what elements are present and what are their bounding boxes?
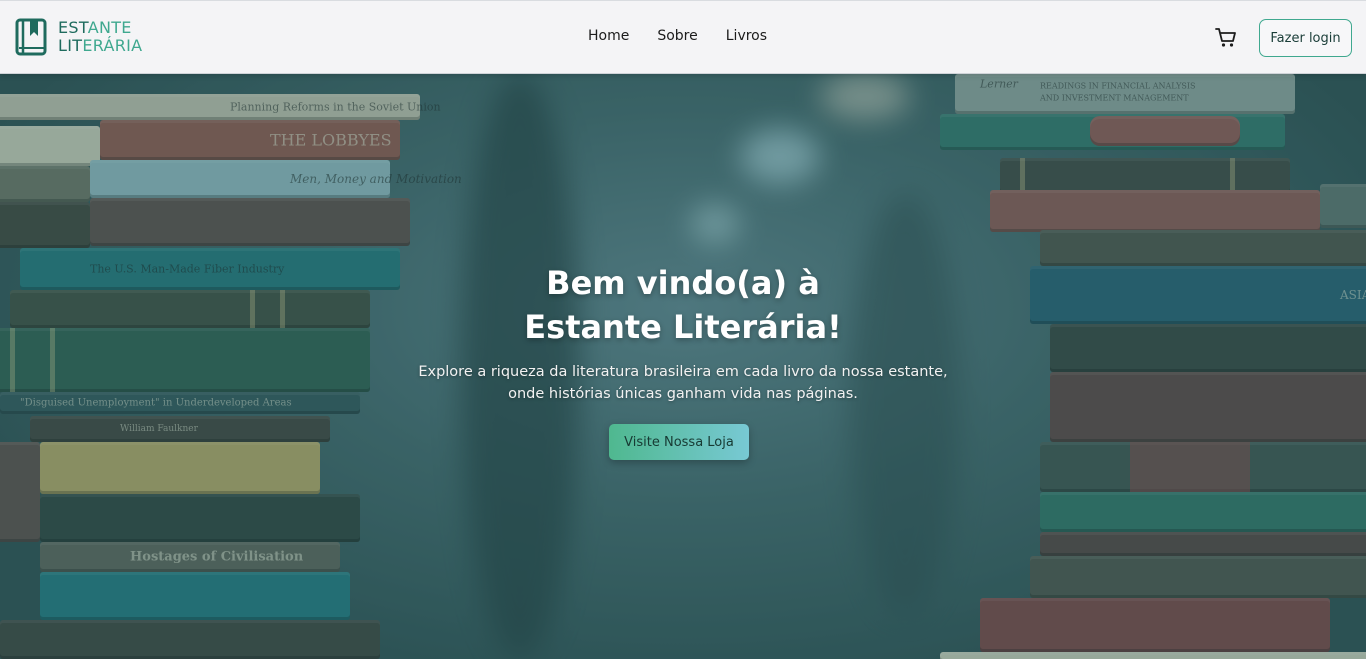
hero-title-line2: Estante Literária!	[524, 308, 842, 346]
brand-name: ESTANTE LITERÁRIA	[58, 19, 142, 55]
brand-line1: ESTANTE	[58, 18, 132, 37]
hero-banner: Planning Reforms in the Soviet Union THE…	[0, 74, 1366, 659]
hero-subtitle: Explore a riqueza da literatura brasilei…	[383, 361, 983, 405]
visit-store-button[interactable]: Visite Nossa Loja	[609, 424, 749, 460]
shopping-cart-icon[interactable]	[1215, 27, 1237, 49]
brand-line2-main: LIT	[58, 36, 83, 55]
hero-title: Bem vindo(a) à Estante Literária!	[383, 261, 983, 349]
main-nav: Home Sobre Livros	[588, 28, 795, 44]
top-navbar: ESTANTE LITERÁRIA Home Sobre Livros Faze…	[0, 0, 1366, 74]
hero-subtitle-line2: onde histórias únicas ganham vida nas pá…	[508, 386, 858, 402]
hero-content: Bem vindo(a) à Estante Literária! Explor…	[0, 74, 1366, 659]
nav-sobre[interactable]: Sobre	[657, 28, 697, 44]
hero-title-line1: Bem vindo(a) à	[546, 264, 820, 302]
book-logo-icon	[15, 18, 47, 56]
login-button[interactable]: Fazer login	[1259, 19, 1352, 57]
nav-livros[interactable]: Livros	[726, 28, 767, 44]
nav-home[interactable]: Home	[588, 28, 629, 44]
brand-line2-accent: ERÁRIA	[82, 36, 143, 55]
brand-line2: LITERÁRIA	[58, 37, 142, 55]
hero-subtitle-line1: Explore a riqueza da literatura brasilei…	[418, 364, 948, 380]
brand-logo[interactable]: ESTANTE LITERÁRIA	[15, 18, 142, 56]
brand-line1-accent: ANTE	[87, 18, 132, 37]
